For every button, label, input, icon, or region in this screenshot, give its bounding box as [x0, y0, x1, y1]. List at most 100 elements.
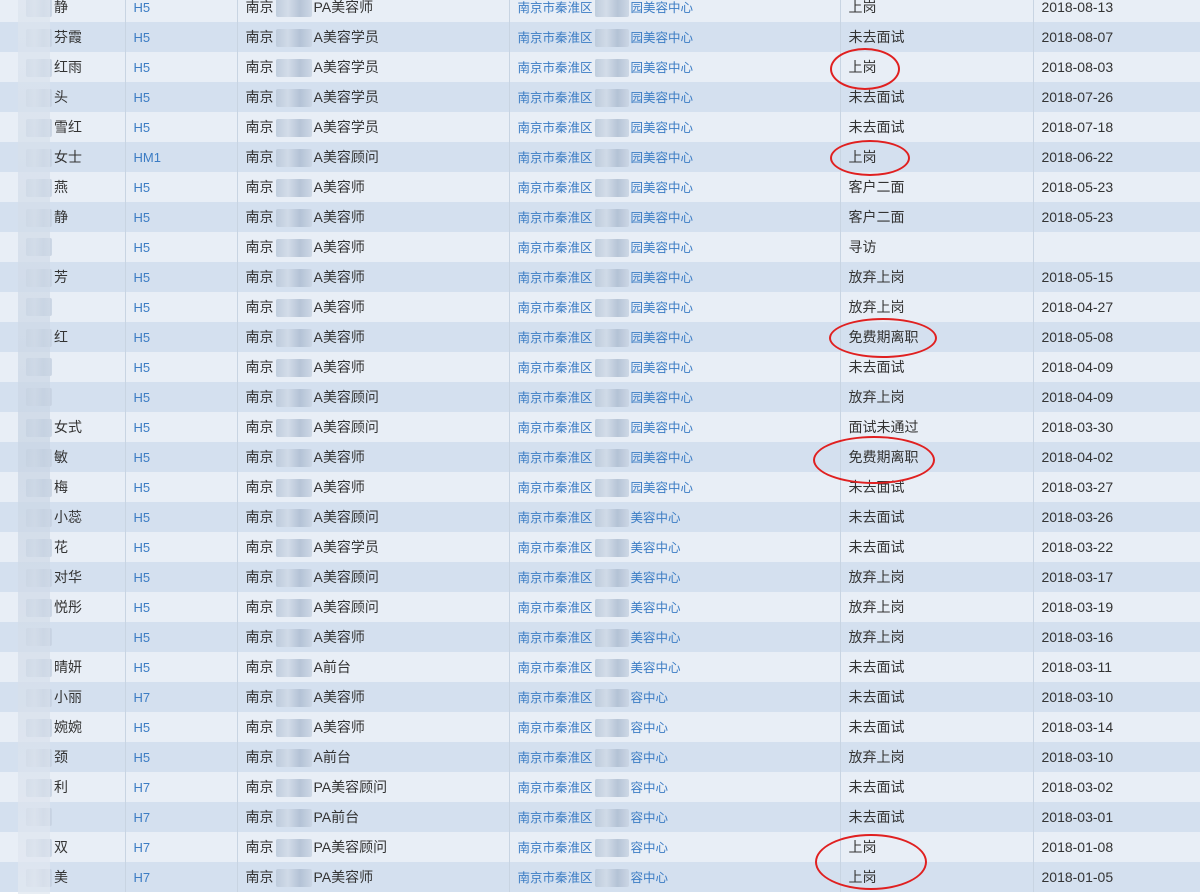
store-district[interactable]: 南京市秦淮区: [518, 811, 593, 825]
store-cell[interactable]: 南京市秦淮区 容中心: [509, 742, 841, 772]
store-name[interactable]: 容中心: [631, 721, 669, 735]
level-code-cell[interactable]: H5: [125, 112, 238, 142]
level-code[interactable]: H5: [134, 30, 151, 45]
store-name[interactable]: 容中心: [631, 841, 669, 855]
store-cell[interactable]: 南京市秦淮区 美容中心: [509, 502, 841, 532]
table-row[interactable]: 梅 H5 南京 A美容师 南京市秦淮区 园美容中心 未去面试 2018-03-27: [0, 472, 1200, 502]
store-district[interactable]: 南京市秦淮区: [518, 631, 593, 645]
table-row[interactable]: 悦彤 H5 南京 A美容顾问 南京市秦淮区 美容中心 放弃上岗 2018-03-19: [0, 592, 1200, 622]
store-name[interactable]: 美容中心: [631, 631, 681, 645]
level-code-cell[interactable]: H5: [125, 82, 238, 112]
level-code[interactable]: H5: [134, 90, 151, 105]
level-code[interactable]: H5: [134, 330, 151, 345]
level-code-cell[interactable]: H5: [125, 322, 238, 352]
level-code-cell[interactable]: H5: [125, 22, 238, 52]
store-cell[interactable]: 南京市秦淮区 园美容中心: [509, 292, 841, 322]
store-name[interactable]: 美容中心: [631, 571, 681, 585]
level-code-cell[interactable]: H5: [125, 412, 238, 442]
store-district[interactable]: 南京市秦淮区: [518, 391, 593, 405]
table-row[interactable]: 燕 H5 南京 A美容师 南京市秦淮区 园美容中心 客户二面 2018-05-23: [0, 172, 1200, 202]
store-cell[interactable]: 南京市秦淮区 容中心: [509, 712, 841, 742]
level-code[interactable]: H5: [134, 660, 151, 675]
level-code[interactable]: H7: [134, 810, 151, 825]
table-row[interactable]: 女式 H5 南京 A美容顾问 南京市秦淮区 园美容中心 面试未通过 2018-03-30: [0, 412, 1200, 442]
level-code[interactable]: H5: [134, 720, 151, 735]
store-district[interactable]: 南京市秦淮区: [518, 301, 593, 315]
level-code-cell[interactable]: H7: [125, 832, 238, 862]
level-code[interactable]: HM1: [134, 150, 161, 165]
store-district[interactable]: 南京市秦淮区: [518, 451, 593, 465]
store-cell[interactable]: 南京市秦淮区 园美容中心: [509, 142, 841, 172]
table-row[interactable]: 芬霞 H5 南京 A美容学员 南京市秦淮区 园美容中心 未去面试 2018-08-07: [0, 22, 1200, 52]
store-cell[interactable]: 南京市秦淮区 园美容中心: [509, 82, 841, 112]
store-name[interactable]: 容中心: [631, 871, 669, 885]
level-code-cell[interactable]: H5: [125, 562, 238, 592]
table-row[interactable]: 静 H5 南京 PA美容师 南京市秦淮区 园美容中心 上岗 2018-08-13: [0, 0, 1200, 22]
table-row[interactable]: 小蕊 H5 南京 A美容顾问 南京市秦淮区 美容中心 未去面试 2018-03-26: [0, 502, 1200, 532]
store-name[interactable]: 美容中心: [631, 541, 681, 555]
table-row[interactable]: 红 H5 南京 A美容师 南京市秦淮区 园美容中心 免费期离职 2018-05-08: [0, 322, 1200, 352]
store-district[interactable]: 南京市秦淮区: [518, 211, 593, 225]
store-district[interactable]: 南京市秦淮区: [518, 511, 593, 525]
store-district[interactable]: 南京市秦淮区: [518, 691, 593, 705]
level-code-cell[interactable]: H5: [125, 532, 238, 562]
level-code-cell[interactable]: H5: [125, 292, 238, 322]
level-code[interactable]: H5: [134, 390, 151, 405]
table-row[interactable]: 美 H7 南京 PA美容师 南京市秦淮区 容中心 上岗 2018-01-05: [0, 862, 1200, 892]
level-code[interactable]: H5: [134, 600, 151, 615]
level-code[interactable]: H5: [134, 510, 151, 525]
store-name[interactable]: 园美容中心: [631, 451, 694, 465]
store-name[interactable]: 园美容中心: [631, 181, 694, 195]
store-name[interactable]: 容中心: [631, 751, 669, 765]
store-district[interactable]: 南京市秦淮区: [518, 61, 593, 75]
store-name[interactable]: 美容中心: [631, 661, 681, 675]
level-code-cell[interactable]: H5: [125, 712, 238, 742]
store-district[interactable]: 南京市秦淮区: [518, 151, 593, 165]
store-cell[interactable]: 南京市秦淮区 容中心: [509, 802, 841, 832]
store-name[interactable]: 园美容中心: [631, 481, 694, 495]
level-code[interactable]: H5: [134, 480, 151, 495]
level-code-cell[interactable]: H5: [125, 232, 238, 262]
table-row[interactable]: H5 南京 A美容师 南京市秦淮区 园美容中心 放弃上岗 2018-04-27: [0, 292, 1200, 322]
store-district[interactable]: 南京市秦淮区: [518, 31, 593, 45]
store-cell[interactable]: 南京市秦淮区 园美容中心: [509, 472, 841, 502]
level-code[interactable]: H7: [134, 780, 151, 795]
table-row[interactable]: 晴妍 H5 南京 A前台 南京市秦淮区 美容中心 未去面试 2018-03-11: [0, 652, 1200, 682]
table-row[interactable]: 头 H5 南京 A美容学员 南京市秦淮区 园美容中心 未去面试 2018-07-26: [0, 82, 1200, 112]
store-name[interactable]: 园美容中心: [631, 1, 694, 15]
store-district[interactable]: 南京市秦淮区: [518, 541, 593, 555]
store-name[interactable]: 园美容中心: [631, 91, 694, 105]
store-district[interactable]: 南京市秦淮区: [518, 481, 593, 495]
store-name[interactable]: 园美容中心: [631, 391, 694, 405]
level-code[interactable]: H5: [134, 420, 151, 435]
store-name[interactable]: 园美容中心: [631, 331, 694, 345]
store-name[interactable]: 园美容中心: [631, 301, 694, 315]
store-cell[interactable]: 南京市秦淮区 园美容中心: [509, 112, 841, 142]
level-code[interactable]: H5: [134, 450, 151, 465]
level-code-cell[interactable]: H5: [125, 622, 238, 652]
level-code-cell[interactable]: H5: [125, 502, 238, 532]
level-code-cell[interactable]: HM1: [125, 142, 238, 172]
store-cell[interactable]: 南京市秦淮区 容中心: [509, 772, 841, 802]
store-district[interactable]: 南京市秦淮区: [518, 421, 593, 435]
level-code-cell[interactable]: H5: [125, 382, 238, 412]
level-code[interactable]: H7: [134, 870, 151, 885]
store-district[interactable]: 南京市秦淮区: [518, 751, 593, 765]
store-district[interactable]: 南京市秦淮区: [518, 661, 593, 675]
store-district[interactable]: 南京市秦淮区: [518, 331, 593, 345]
table-row[interactable]: 颈 H5 南京 A前台 南京市秦淮区 容中心 放弃上岗 2018-03-10: [0, 742, 1200, 772]
level-code-cell[interactable]: H5: [125, 52, 238, 82]
table-row[interactable]: 静 H5 南京 A美容师 南京市秦淮区 园美容中心 客户二面 2018-05-23: [0, 202, 1200, 232]
store-cell[interactable]: 南京市秦淮区 美容中心: [509, 532, 841, 562]
store-cell[interactable]: 南京市秦淮区 美容中心: [509, 562, 841, 592]
level-code-cell[interactable]: H7: [125, 772, 238, 802]
store-district[interactable]: 南京市秦淮区: [518, 571, 593, 585]
level-code[interactable]: H5: [134, 240, 151, 255]
store-district[interactable]: 南京市秦淮区: [518, 1, 593, 15]
store-cell[interactable]: 南京市秦淮区 园美容中心: [509, 52, 841, 82]
store-district[interactable]: 南京市秦淮区: [518, 121, 593, 135]
level-code-cell[interactable]: H5: [125, 202, 238, 232]
level-code[interactable]: H5: [134, 750, 151, 765]
store-name[interactable]: 容中心: [631, 811, 669, 825]
level-code-cell[interactable]: H5: [125, 0, 238, 22]
